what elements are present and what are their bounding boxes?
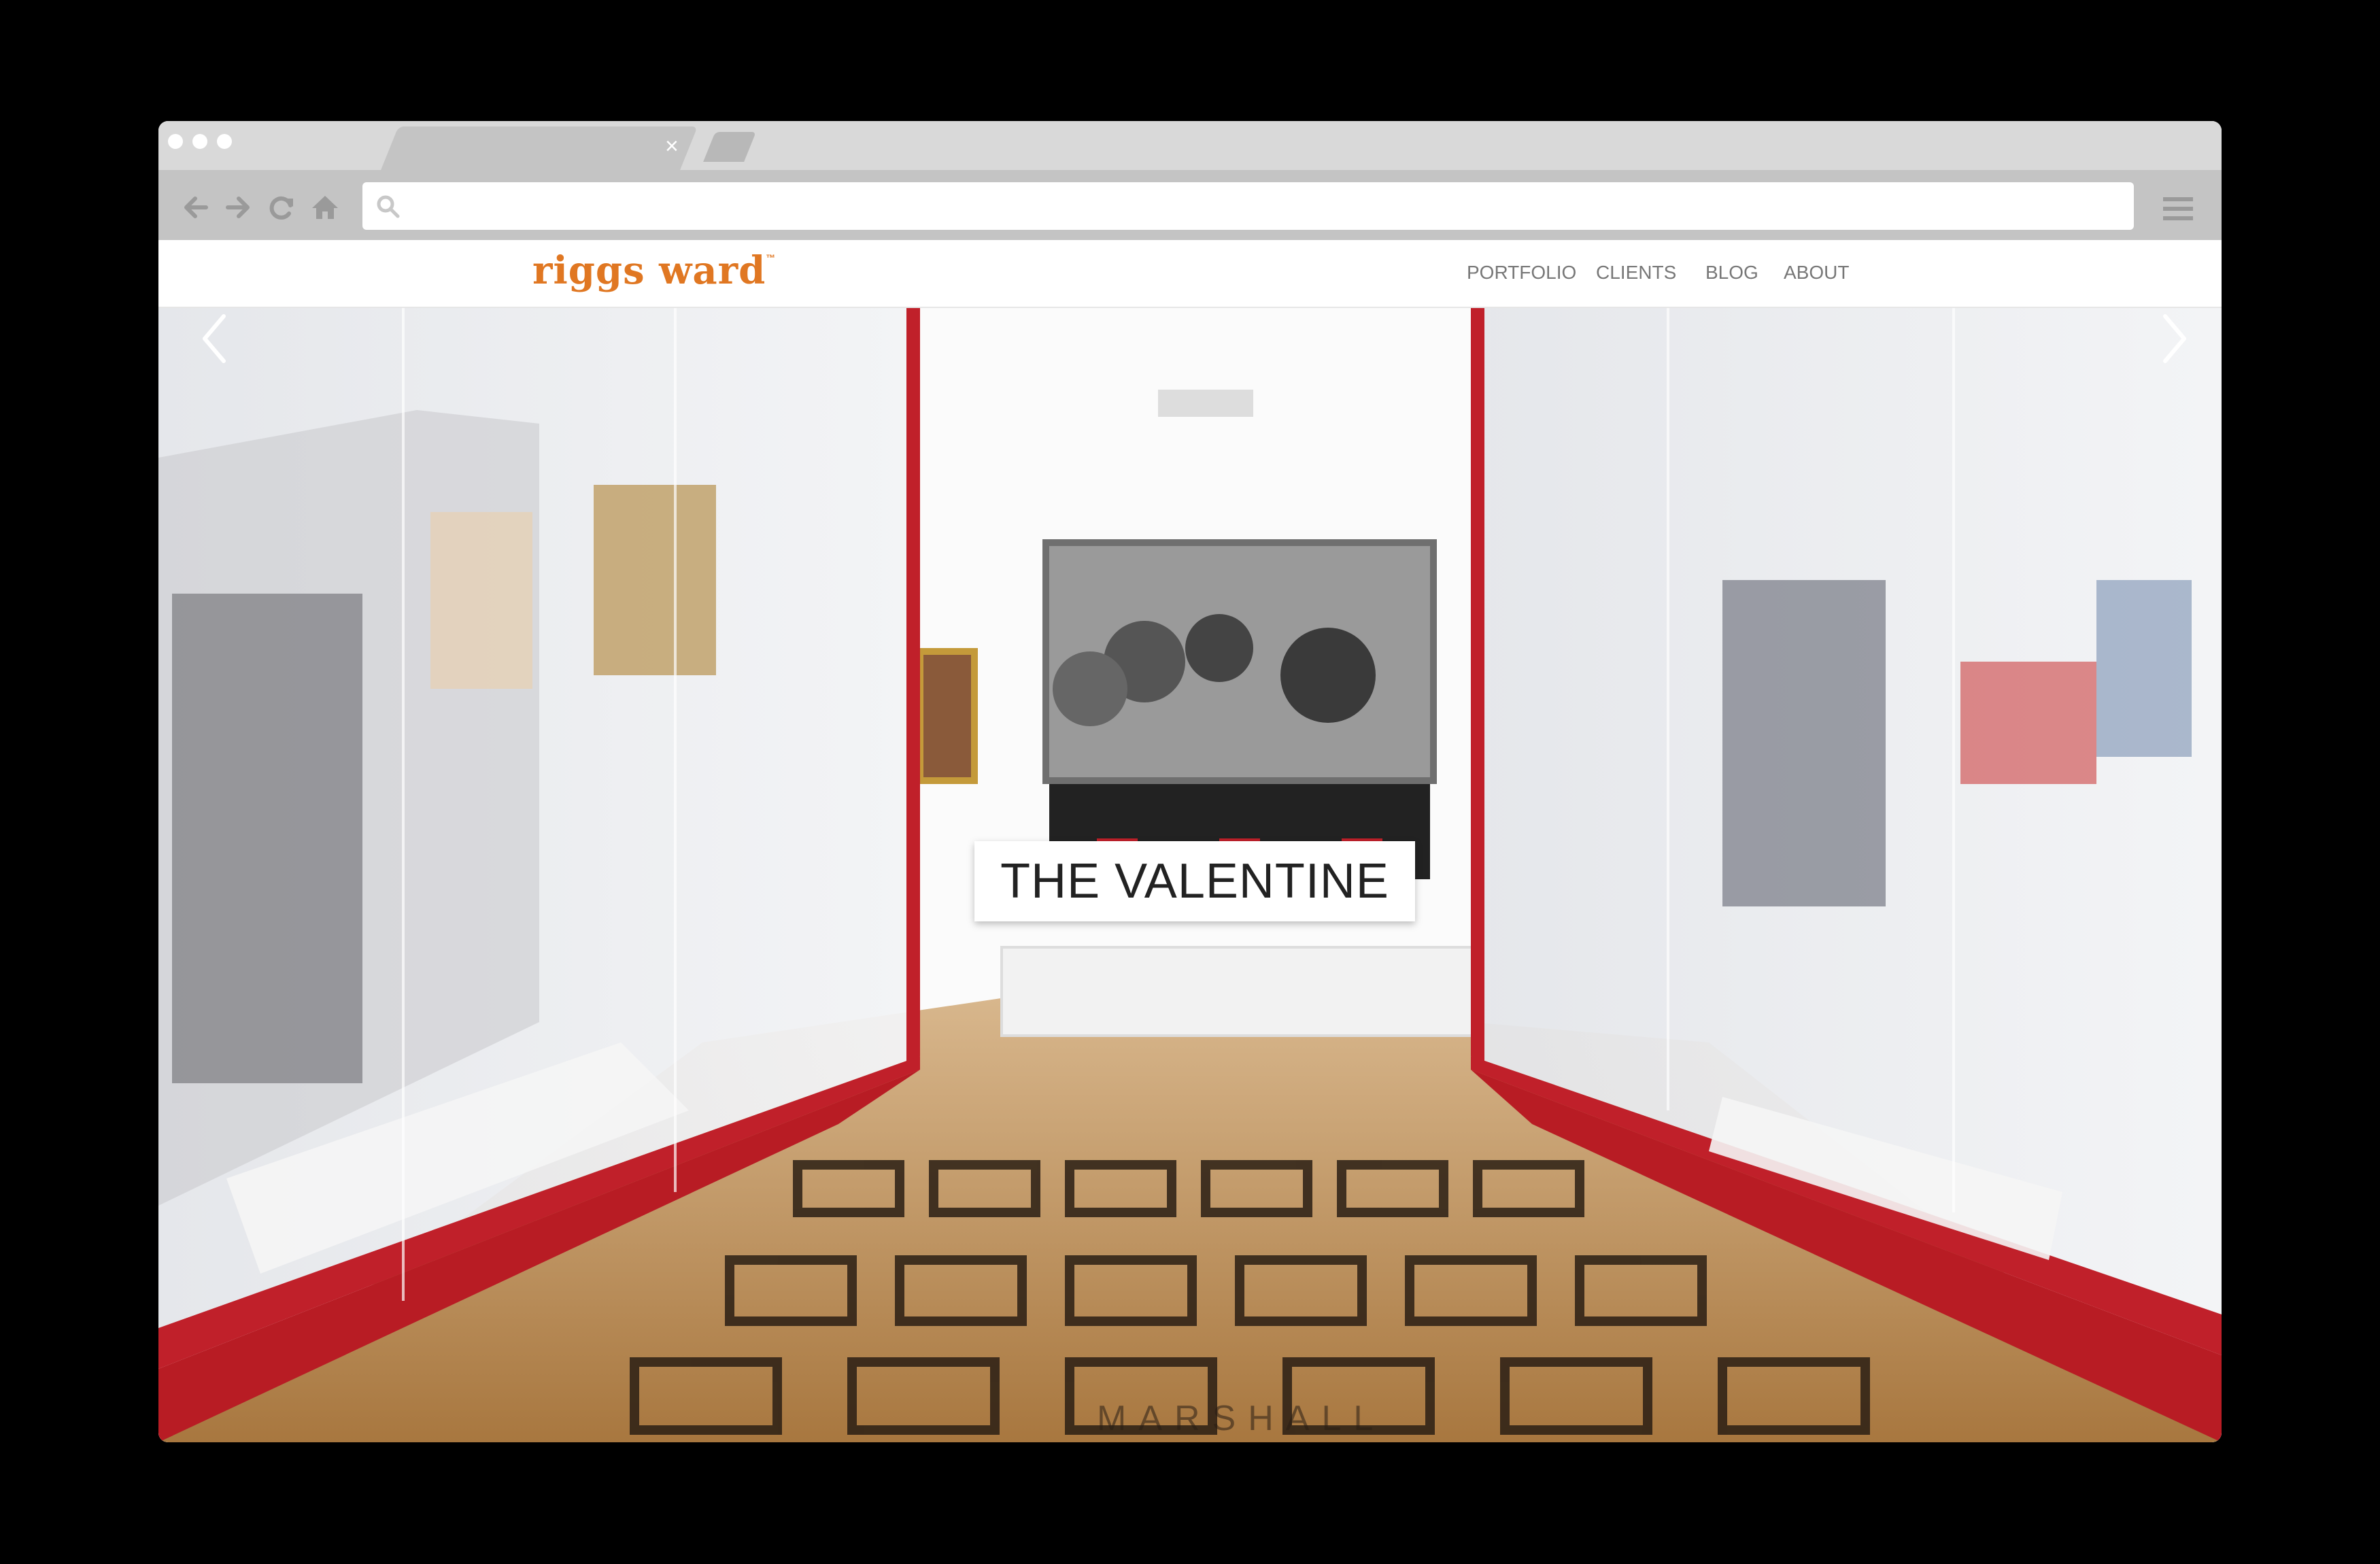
tab-close-icon[interactable]: ×	[665, 135, 679, 158]
slide-caption[interactable]: THE VALENTINE	[974, 841, 1415, 921]
window-zoom-dot[interactable]	[217, 134, 232, 149]
logo-trademark: ™	[766, 252, 777, 263]
riggs-ward-logo[interactable]: riggs ward™	[532, 248, 776, 293]
hero-slider: MARSHALL THE VALENTINE	[158, 308, 2222, 1442]
browser-tab[interactable]	[381, 126, 698, 170]
browser-window: × riggs ward™ PORTFOLIO CLIENTS BLOG ABO…	[158, 121, 2222, 1442]
reload-icon[interactable]	[265, 190, 299, 224]
nav-clients[interactable]: CLIENTS	[1596, 262, 1676, 284]
logo-text: riggs ward	[532, 248, 766, 293]
new-tab-button[interactable]	[703, 132, 756, 162]
slide-caption-text: THE VALENTINE	[1000, 854, 1389, 908]
floor-inscription: MARSHALL	[1097, 1399, 1385, 1438]
search-icon	[377, 195, 400, 218]
nav-blog[interactable]: BLOG	[1705, 262, 1758, 284]
browser-toolbar	[158, 170, 2222, 240]
nav-about[interactable]: ABOUT	[1784, 262, 1849, 284]
site-header: riggs ward™ PORTFOLIO CLIENTS BLOG ABOUT	[158, 240, 2222, 308]
window-minimize-dot[interactable]	[192, 134, 207, 149]
home-icon[interactable]	[308, 190, 342, 224]
window-close-dot[interactable]	[168, 134, 183, 149]
hamburger-menu-icon[interactable]	[2163, 197, 2193, 222]
address-bar[interactable]	[362, 182, 2134, 230]
forward-arrow-icon[interactable]	[221, 190, 255, 224]
chevron-right-icon[interactable]	[2154, 308, 2195, 369]
back-arrow-icon[interactable]	[179, 190, 213, 224]
browser-tab-strip: ×	[158, 121, 2222, 170]
chevron-left-icon[interactable]	[194, 308, 235, 369]
nav-portfolio[interactable]: PORTFOLIO	[1467, 262, 1576, 284]
